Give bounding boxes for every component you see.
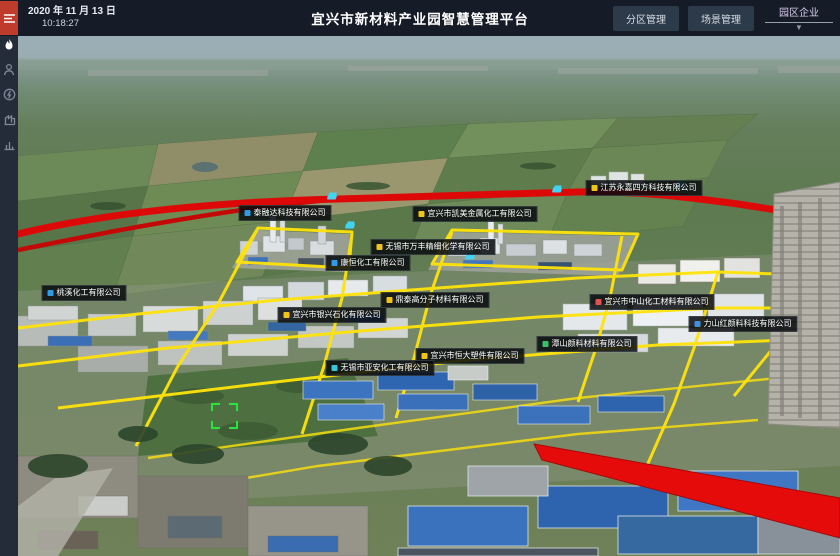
datetime: 2020 年 11 月 13 日 10:18:27 [28, 5, 116, 31]
company-label[interactable]: 鼎泰高分子材料有限公司 [381, 292, 490, 308]
vehicle-marker-icon[interactable] [327, 195, 337, 200]
company-label-text: 力山红颜料科技有限公司 [704, 320, 792, 328]
company-label-text: 泰融达科技有限公司 [254, 209, 326, 217]
company-label[interactable]: 无锡市万丰精细化学有限公司 [371, 239, 496, 255]
factory-icon [3, 113, 16, 126]
company-marker-icon [422, 353, 428, 359]
sidebar-item-person[interactable] [2, 62, 16, 76]
company-label-text: 宜兴市凯美金属化工有限公司 [428, 210, 532, 218]
company-marker-icon [419, 211, 425, 217]
scene-manage-button[interactable]: 场景管理 [688, 6, 754, 31]
bar-chart-icon [3, 138, 16, 151]
sidebar-item-factory[interactable] [2, 112, 16, 126]
top-bar: 2020 年 11 月 13 日 10:18:27 宜兴市新材料产业园智慧管理平… [0, 0, 840, 36]
power-icon [3, 88, 16, 101]
company-label-text: 潭山颜料材料有限公司 [552, 340, 632, 348]
company-label-text: 宜兴市恒大塑件有限公司 [431, 352, 519, 360]
company-label-text: 鼎泰高分子材料有限公司 [396, 296, 484, 304]
sidebar-item-fire[interactable] [2, 37, 16, 51]
dropdown-label: 园区企业 [763, 4, 835, 19]
company-label-text: 无锡市亚安化工有限公司 [341, 364, 429, 372]
company-label-text: 康恒化工有限公司 [341, 259, 405, 267]
company-label[interactable]: 宜兴市银兴石化有限公司 [278, 307, 387, 323]
company-label-text: 宜兴市中山化工材料有限公司 [605, 298, 709, 306]
menu-button[interactable] [0, 1, 18, 35]
company-marker-icon [332, 260, 338, 266]
topbar-actions: 分区管理 场景管理 园区企业 ▼ [613, 4, 840, 32]
company-label[interactable]: 桃溪化工有限公司 [42, 285, 127, 301]
company-label-text: 无锡市万丰精细化学有限公司 [386, 243, 490, 251]
company-marker-icon [284, 312, 290, 318]
company-marker-icon [377, 244, 383, 250]
current-time: 10:18:27 [42, 18, 116, 31]
company-label[interactable]: 泰融达科技有限公司 [239, 205, 332, 221]
company-label[interactable]: 康恒化工有限公司 [326, 255, 411, 271]
company-marker-icon [596, 299, 602, 305]
company-label-text: 江苏永嘉四方科技有限公司 [601, 184, 697, 192]
company-marker-icon [695, 321, 701, 327]
company-label[interactable]: 潭山颜料材料有限公司 [537, 336, 638, 352]
hamburger-icon [4, 14, 15, 23]
park-enterprise-dropdown[interactable]: 园区企业 ▼ [763, 4, 835, 32]
company-label-text: 宜兴市银兴石化有限公司 [293, 311, 381, 319]
company-marker-icon [245, 210, 251, 216]
company-marker-icon [543, 341, 549, 347]
chevron-down-icon: ▼ [763, 24, 835, 32]
map-viewport[interactable]: 泰融达科技有限公司 宜兴市凯美金属化工有限公司 江苏永嘉四方科技有限公司 无锡市… [18, 36, 840, 556]
company-marker-icon [48, 290, 54, 296]
company-marker-icon [387, 297, 393, 303]
company-label[interactable]: 宜兴市中山化工材料有限公司 [590, 294, 715, 310]
company-label[interactable]: 力山红颜料科技有限公司 [689, 316, 798, 332]
page-title: 宜兴市新材料产业园智慧管理平台 [311, 8, 529, 28]
left-sidebar [0, 34, 18, 556]
company-label[interactable]: 宜兴市凯美金属化工有限公司 [413, 206, 538, 222]
vehicle-marker-icon[interactable] [465, 255, 475, 260]
sidebar-item-stats[interactable] [2, 137, 16, 151]
vehicle-marker-icon[interactable] [552, 188, 562, 193]
company-marker-icon [332, 365, 338, 371]
vehicle-marker-icon[interactable] [345, 224, 355, 229]
company-label[interactable]: 无锡市亚安化工有限公司 [326, 360, 435, 376]
company-label-text: 桃溪化工有限公司 [57, 289, 121, 297]
sidebar-item-power[interactable] [2, 87, 16, 101]
company-label[interactable]: 江苏永嘉四方科技有限公司 [586, 180, 703, 196]
zone-manage-button[interactable]: 分区管理 [613, 6, 679, 31]
current-date: 2020 年 11 月 13 日 [28, 5, 116, 19]
person-icon [3, 63, 15, 76]
company-marker-icon [592, 185, 598, 191]
flame-icon [3, 38, 15, 51]
